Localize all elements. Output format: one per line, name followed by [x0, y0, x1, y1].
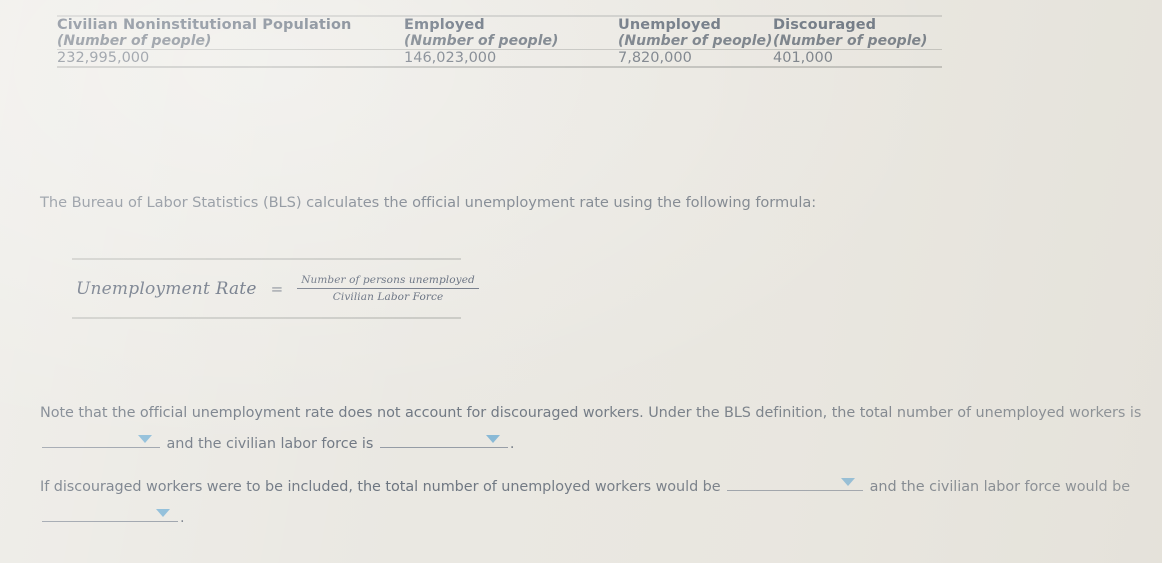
column-subheader-population: (Number of people) — [57, 33, 212, 49]
chevron-down-icon — [156, 509, 170, 517]
formula-numerator: Number of persons unemployed — [301, 274, 475, 286]
question-text-part2: and the civilian labor force would be — [869, 479, 1131, 495]
cell-unemployed-value: 7,820,000 — [618, 49, 773, 66]
table-bottom-rule — [57, 66, 942, 68]
labor-statistics-table: Civilian Noninstitutional Population Emp… — [57, 15, 942, 68]
formula-content: Unemployment Rate = Number of persons un… — [72, 260, 479, 317]
question-paragraph: If discouraged workers were to be includ… — [40, 472, 1146, 534]
chevron-down-icon — [138, 435, 152, 443]
question-text-part1: If discouraged workers were to be includ… — [40, 479, 721, 495]
table-row: 232,995,000 146,023,000 7,820,000 401,00… — [57, 49, 942, 66]
table-header-row-subtitles: (Number of people) (Number of people) (N… — [57, 33, 942, 50]
chevron-down-icon — [841, 478, 856, 486]
column-subheader-discouraged: (Number of people) — [773, 33, 928, 49]
intro-paragraph: The Bureau of Labor Statistics (BLS) cal… — [40, 194, 817, 211]
question-period: . — [180, 510, 185, 526]
formula-bottom-rule — [72, 317, 461, 319]
dropdown-labor-force[interactable] — [379, 430, 508, 448]
formula-equals-sign: = — [270, 279, 284, 298]
note-paragraph: Note that the official unemployment rate… — [40, 398, 1146, 460]
column-header-unemployed: Unemployed — [618, 15, 773, 33]
column-subheader-employed: (Number of people) — [404, 33, 559, 49]
note-period: . — [509, 436, 515, 452]
formula-fraction: Number of persons unemployed Civilian La… — [297, 274, 479, 303]
cell-population-value: 232,995,000 — [57, 49, 404, 66]
dropdown-unemployed-with-discouraged[interactable] — [727, 473, 864, 491]
cell-employed-value: 146,023,000 — [404, 49, 618, 66]
dropdown-labor-force-with-discouraged[interactable] — [42, 504, 178, 522]
chevron-down-icon — [485, 435, 500, 443]
formula-left-side: Unemployment Rate — [76, 278, 257, 299]
note-text-part1: Note that the official unemployment rate… — [40, 405, 1142, 421]
column-header-discouraged: Discouraged — [773, 15, 942, 33]
column-subheader-unemployed: (Number of people) — [618, 33, 773, 49]
cell-discouraged-value: 401,000 — [773, 49, 942, 66]
data-table: Civilian Noninstitutional Population Emp… — [57, 15, 942, 66]
formula-denominator: Civilian Labor Force — [332, 291, 444, 303]
note-text-part2: and the civilian labor force is — [166, 436, 374, 452]
dropdown-unemployed-total[interactable] — [42, 430, 160, 448]
column-header-population: Civilian Noninstitutional Population — [57, 15, 404, 33]
table-header-row-titles: Civilian Noninstitutional Population Emp… — [57, 15, 942, 33]
unemployment-rate-formula: Unemployment Rate = Number of persons un… — [72, 258, 479, 319]
column-header-employed: Employed — [404, 15, 618, 33]
